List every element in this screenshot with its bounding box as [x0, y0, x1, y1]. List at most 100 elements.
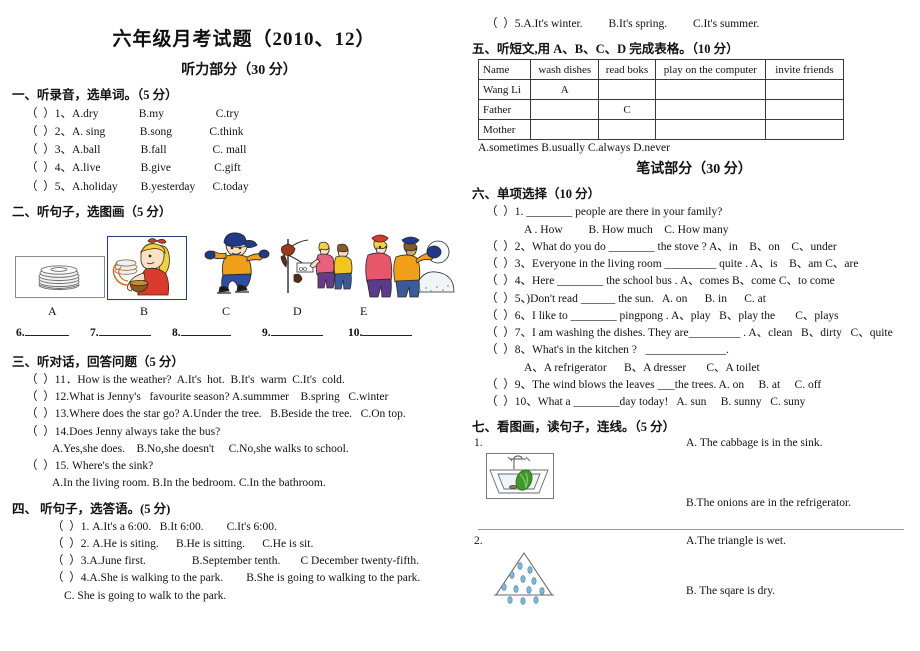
- table-row: Mother: [477, 119, 845, 141]
- answer-blank[interactable]: 7.: [90, 324, 151, 339]
- question-item: （ ）11．How is the weather? A.It's hot. B.…: [26, 373, 345, 386]
- section-5-heading: 五、听短文,用 A、B、C、D 完成表格。（10 分）: [472, 42, 739, 57]
- answer-blanks-row: 6. 7. 8. 9. 10.: [12, 324, 458, 346]
- table-cell[interactable]: [598, 119, 656, 141]
- question-item: （ ）5.A.It's winter. B.It's spring. C.It'…: [486, 18, 760, 30]
- answer-blank[interactable]: 6.: [16, 324, 69, 339]
- match-option-b[interactable]: B.The onions are in the refrigerator.: [686, 497, 851, 509]
- match-option-b[interactable]: B. The sqare is dry.: [686, 585, 775, 597]
- question-item: （ ）3.A.June first. B.September tenth. C …: [52, 555, 419, 568]
- question-item: C. She is going to walk to the park.: [64, 589, 227, 602]
- match-item-1: 1. A. The cabbage is in the sink. B.The …: [472, 437, 908, 533]
- picture-label: B: [140, 303, 149, 318]
- section-6-heading: 六、单项选择（10 分）: [472, 187, 601, 202]
- table-row: Father C: [477, 99, 845, 121]
- question-item: （ ）1、A.dry B.my C.try: [26, 108, 240, 120]
- match-option-a[interactable]: A. The cabbage is in the sink.: [686, 437, 822, 449]
- table-header-cell: Name: [477, 59, 532, 81]
- picture-label: C: [222, 303, 231, 318]
- question-item: （ ）2、What do you do ________ the stove ?…: [486, 240, 837, 253]
- wet-triangle-icon: [494, 552, 554, 605]
- answer-blank[interactable]: 8.: [172, 324, 231, 339]
- picture-b-frame: [107, 235, 187, 300]
- table-cell[interactable]: [654, 79, 766, 101]
- triangle-picture: [490, 549, 562, 611]
- question-item: （ ）3、Everyone in the living room _______…: [486, 258, 859, 270]
- table-header-row: Name wash dishes read boks play on the c…: [477, 59, 845, 81]
- picture-c: [204, 229, 270, 301]
- stack-of-plates-icon: [38, 265, 80, 290]
- question-item: （ ）12.What is Jenny's favourite season? …: [26, 391, 389, 404]
- right-column: （ ）5.A.It's winter. B.It's spring. C.It'…: [464, 14, 908, 651]
- table-cell[interactable]: [654, 119, 766, 141]
- question-item: （ ）9、The wind blows the leaves ___the tr…: [486, 378, 822, 391]
- page-title: 六年级月考试题（2010、12）: [112, 29, 376, 50]
- table-cell: Wang Li: [477, 79, 532, 101]
- question-item: （ ）3、A.ball B.fall C. mall: [26, 144, 247, 157]
- table-cell[interactable]: A: [530, 79, 600, 101]
- blank-number: 8.: [172, 326, 181, 339]
- match-option-a[interactable]: A.The triangle is wet.: [686, 535, 786, 547]
- question-item: （ ）14.Does Jenny always take the bus?: [26, 425, 221, 438]
- question-item: （ ）1. A.It's a 6:00. B.It 6:00. C.It's 6…: [52, 520, 277, 533]
- question-item: A . How B. How much C. How many: [524, 223, 729, 236]
- question-item: （ ）7、I am washing the dishes. They are__…: [486, 327, 893, 339]
- section-5-options: A.sometimes B.usually C.always D.never: [478, 142, 670, 155]
- exam-page: 六年级月考试题（2010、12） 听力部分（30 分） 一、听录音，选单词。（5…: [0, 0, 920, 651]
- question-item: （ ）5、A.holiday B.yesterday C.today: [26, 180, 249, 193]
- table-cell[interactable]: C: [598, 99, 656, 121]
- section-2-heading: 二、听句子，选图画（5 分）: [12, 204, 172, 219]
- question-item: （ ）2. A.He is siting. B.He is sitting. C…: [52, 537, 314, 550]
- table-header-cell: wash dishes: [530, 59, 600, 81]
- sink-with-cabbage-icon: [489, 455, 549, 494]
- section-1-heading: 一、听录音，选单词。（5 分）: [12, 88, 178, 102]
- picture-d: oo: [274, 233, 360, 299]
- question-item: （ ）8、What's in the kitchen ? ___________…: [486, 344, 729, 357]
- table-cell[interactable]: [654, 99, 766, 121]
- blank-number: 10.: [348, 326, 363, 339]
- question-item: （ ）2、A. sing B.song C.think: [26, 126, 244, 139]
- blank-number: 9.: [262, 326, 271, 339]
- table-cell[interactable]: [598, 79, 656, 101]
- question-item: （ ）4、A.live B.give C.gift: [26, 162, 241, 175]
- table-header-cell: play on the computer: [654, 59, 766, 81]
- question-item: （ ）4、Here ________ the school bus . A、co…: [486, 275, 835, 288]
- question-item: （ ）4.A.She is walking to the park. B.She…: [52, 572, 421, 585]
- svg-text:oo: oo: [299, 264, 307, 273]
- written-part-heading: 笔试部分（30 分）: [636, 162, 752, 178]
- picture-label: E: [360, 303, 368, 318]
- table-cell[interactable]: [764, 99, 845, 121]
- question-item: （ ）6、I like to ________ pingpong . A、pla…: [486, 309, 839, 322]
- question-item: A.In the living room. B.In the bedroom. …: [52, 477, 326, 490]
- blank-number: 7.: [90, 326, 99, 339]
- table-row: Wang Li A: [477, 79, 845, 101]
- table-cell: Mother: [477, 119, 532, 141]
- question-item: （ ）15. Where's the sink?: [26, 460, 154, 473]
- ice-skater-icon: [204, 232, 270, 294]
- table-cell[interactable]: [764, 79, 845, 101]
- answer-blank[interactable]: 9.: [262, 324, 323, 339]
- section-3-heading: 三、听对话，回答问题（5 分）: [12, 354, 184, 369]
- listening-part-heading: 听力部分（30 分）: [181, 63, 297, 78]
- question-item: （ ）5、)Don't read ______ the sun. A. on B…: [486, 292, 766, 305]
- picture-label: D: [293, 303, 302, 318]
- picture-e: [360, 232, 456, 300]
- table-cell[interactable]: [764, 119, 845, 141]
- divider: [478, 529, 904, 531]
- question-item: A.Yes,she does. B.No,she doesn't C.No,sh…: [52, 442, 349, 455]
- section-7-heading: 七、看图画，读句子，连线。（5 分）: [472, 420, 676, 435]
- answer-blank[interactable]: 10.: [348, 324, 413, 339]
- question-item: A、A refrigerator B、A dresser C、A toilet: [524, 361, 760, 374]
- table-cell[interactable]: [530, 119, 600, 141]
- table-header-cell: invite friends: [764, 59, 845, 81]
- sink-picture: [486, 453, 554, 500]
- picture-a-frame: [15, 255, 105, 298]
- match-number: 2.: [474, 535, 483, 548]
- girl-carrying-dishes-icon: [112, 237, 170, 296]
- picture-strip: oo: [12, 224, 458, 302]
- listening-table: Name wash dishes read boks play on the c…: [477, 59, 845, 141]
- table-cell[interactable]: [530, 99, 600, 121]
- children-with-snowman-icon: [365, 234, 455, 298]
- section-4-heading: 四、 听句子，选答语。(5 分): [12, 501, 171, 516]
- question-item: （ ）10、What a ________day today! A. sun B…: [486, 396, 806, 408]
